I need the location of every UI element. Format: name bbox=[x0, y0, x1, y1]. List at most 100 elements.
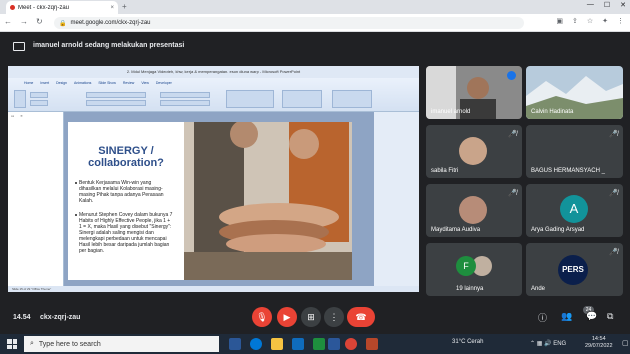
more-options-button[interactable]: ⋮ bbox=[324, 307, 344, 327]
avatar bbox=[459, 196, 487, 224]
chrome-icon[interactable] bbox=[345, 338, 357, 350]
system-tray: ⌃ ▦ 🔊 ENG bbox=[530, 340, 566, 347]
recording-dot-icon bbox=[10, 5, 15, 10]
search-placeholder: Type here to search bbox=[38, 340, 101, 348]
file-explorer-icon[interactable] bbox=[271, 338, 283, 350]
ppt-status-bar: Slide 15 of 29 "Office Theme" bbox=[8, 286, 419, 292]
menu-kebab-icon[interactable]: ⋮ bbox=[617, 17, 624, 25]
slide-bullet-1: Bentuk Kerjasama Win-win yang dihasilkan… bbox=[79, 180, 164, 204]
slide-photo-hands bbox=[184, 120, 352, 280]
present-button[interactable]: ⊞ bbox=[301, 307, 321, 327]
ppt-side-pane bbox=[374, 112, 419, 286]
new-tab-button[interactable]: + bbox=[122, 2, 127, 11]
browser-tab[interactable]: Meet - ckx-zqrj-zau × bbox=[6, 1, 118, 14]
ribbon-tab: Developer bbox=[155, 81, 172, 85]
tile-mayditama-audiva[interactable]: Mayditama Audiva 🎤̸ bbox=[426, 184, 522, 237]
excel-icon[interactable] bbox=[313, 338, 325, 350]
tile-name: Mayditama Audiva bbox=[431, 227, 481, 233]
meeting-code: ckx-zqrj-zau bbox=[40, 314, 81, 321]
ppt-ribbon-tabs: Home Insert Design Animations Slide Show… bbox=[24, 81, 172, 85]
ribbon-tab: Slide Show bbox=[98, 81, 116, 85]
ribbon-tab: Insert bbox=[40, 81, 50, 85]
maximize-icon[interactable]: ☐ bbox=[604, 1, 610, 9]
ppt-window-title: 2. Mdul Menjaga Videoteh, khw, kerja & m… bbox=[8, 66, 419, 78]
presenter-text: imanuel arnold sedang melakukan presenta… bbox=[33, 42, 185, 49]
font-box bbox=[86, 92, 146, 98]
tile-ande[interactable]: PERS Ande 🎤̸ bbox=[526, 243, 623, 296]
mic-toggle-button[interactable]: 🎙 bbox=[252, 307, 272, 327]
avatar-letter: A bbox=[560, 195, 588, 223]
present-icon: ⊞ bbox=[307, 311, 315, 322]
ribbon-button bbox=[30, 100, 48, 106]
edge-icon[interactable] bbox=[250, 338, 262, 350]
tile-name: sabila Fitri bbox=[431, 168, 459, 174]
tile-sabila-fitri[interactable]: sabila Fitri 🎤̸ bbox=[426, 125, 522, 178]
tile-imanuel-arnold[interactable]: imanuel arnold bbox=[426, 66, 522, 119]
word-icon[interactable] bbox=[328, 338, 340, 350]
font-format-buttons bbox=[86, 100, 146, 106]
notification-icon[interactable]: ▢ bbox=[622, 339, 629, 347]
tile-calvin-hadinata[interactable]: Calvin Hadinata bbox=[526, 66, 623, 119]
chat-icon[interactable]: 💬 bbox=[586, 311, 597, 322]
tile-others[interactable]: F 19 lainnya bbox=[426, 243, 522, 296]
bullet-dot bbox=[75, 182, 77, 184]
tile-name: Calvin Hadinata bbox=[531, 109, 574, 115]
people-icon[interactable]: 👥 bbox=[561, 311, 572, 322]
minimize-icon[interactable]: — bbox=[587, 1, 594, 9]
hands-illustration bbox=[184, 120, 352, 280]
speaking-indicator-icon bbox=[507, 71, 516, 80]
back-icon[interactable]: ← bbox=[4, 17, 12, 26]
ribbon-tab: View bbox=[141, 81, 149, 85]
tile-name: 19 lainnya bbox=[456, 286, 484, 292]
close-tab-icon[interactable]: × bbox=[110, 5, 114, 11]
url-field[interactable]: 🔒 meet.google.com/ckx-zqrj-zau bbox=[54, 17, 524, 29]
lock-icon: 🔒 bbox=[59, 20, 67, 27]
taskbar-clock[interactable]: 14:54 29/07/2022 bbox=[585, 336, 613, 350]
reload-icon[interactable]: ↻ bbox=[36, 17, 43, 26]
activities-icon[interactable]: ⧉ bbox=[607, 311, 613, 322]
weather-widget[interactable]: 31°C Cerah bbox=[452, 339, 483, 345]
windows-start-icon[interactable] bbox=[7, 339, 17, 349]
outline-tab: ≡ bbox=[20, 114, 23, 118]
tile-name: imanuel arnold bbox=[431, 109, 471, 115]
clock-date: 29/07/2022 bbox=[585, 343, 613, 349]
camera-status-icon[interactable]: ▣ bbox=[556, 17, 563, 25]
camera-toggle-button[interactable]: ▶ bbox=[277, 307, 297, 327]
ribbon-tab: Design bbox=[56, 81, 68, 85]
volume-icon[interactable]: 🔊 bbox=[544, 341, 551, 347]
close-window-icon[interactable]: ✕ bbox=[620, 1, 626, 9]
quick-styles bbox=[282, 90, 322, 108]
window-controls: — ☐ ✕ bbox=[587, 1, 626, 9]
ribbon-button bbox=[30, 92, 48, 98]
network-icon[interactable]: ▦ bbox=[537, 341, 543, 347]
search-icon: ⌕ bbox=[30, 340, 34, 347]
store-icon[interactable] bbox=[292, 338, 304, 350]
forward-icon[interactable]: → bbox=[20, 17, 28, 26]
ppt-outline-pane: ▭ ≡ bbox=[8, 112, 64, 286]
share-icon[interactable]: ⇪ bbox=[572, 17, 578, 25]
ribbon-tab: Animations bbox=[74, 81, 92, 85]
language-indicator[interactable]: ENG bbox=[553, 341, 566, 347]
paragraph-buttons bbox=[160, 92, 210, 98]
avatar bbox=[459, 137, 487, 165]
more-vert-icon: ⋮ bbox=[329, 311, 339, 322]
extensions-icon[interactable]: ✦ bbox=[602, 17, 608, 25]
slide-title: SINERGY / collaboration? bbox=[88, 145, 164, 169]
end-call-button[interactable]: ☎ bbox=[347, 307, 375, 327]
tab-title: Meet - ckx-zqrj-zau bbox=[18, 4, 70, 11]
powerpoint-icon[interactable] bbox=[366, 338, 378, 350]
slides-tab: ▭ bbox=[11, 114, 15, 118]
bookmark-star-icon[interactable]: ☆ bbox=[587, 17, 593, 25]
tile-name: Arya Gading Arsyad bbox=[531, 227, 585, 233]
info-icon[interactable]: ⓘ bbox=[538, 311, 547, 324]
editing-group bbox=[332, 90, 372, 108]
tile-bagus-hermansyach[interactable]: BAGUS HERMANSYACH _ 🎤̸ bbox=[526, 125, 623, 178]
shapes-gallery bbox=[226, 90, 274, 108]
address-bar-icons: ▣ ⇪ ☆ ✦ ⋮ bbox=[556, 17, 624, 25]
tray-chevron-icon[interactable]: ⌃ bbox=[530, 341, 535, 347]
paste-icon bbox=[14, 90, 26, 108]
task-view-icon[interactable] bbox=[229, 338, 241, 350]
tile-arya-gading-arsyad[interactable]: A Arya Gading Arsyad 🎤̸ bbox=[526, 184, 623, 237]
mic-off-icon: 🎤̸ bbox=[609, 131, 618, 138]
taskbar-search-field[interactable]: ⌕ Type here to search bbox=[24, 336, 219, 352]
